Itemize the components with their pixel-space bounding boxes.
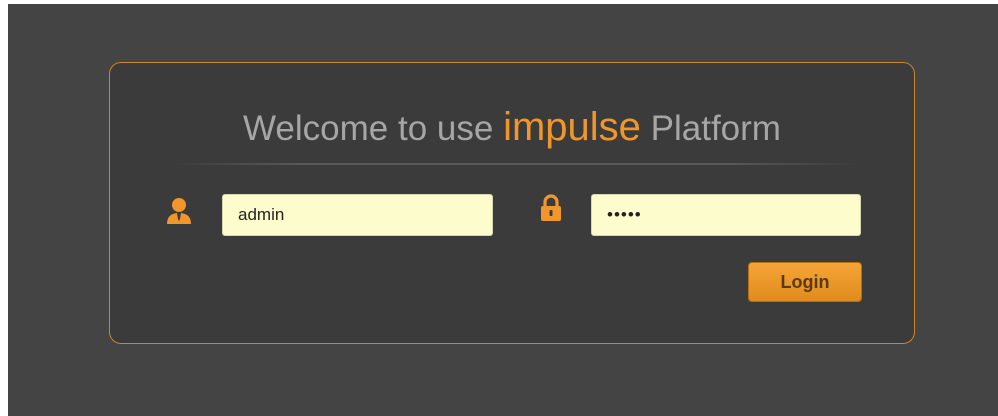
- welcome-title: Welcome to use impulse Platform: [110, 105, 914, 150]
- username-field[interactable]: [222, 194, 493, 236]
- brand-name: impulse: [503, 105, 641, 149]
- title-prefix: Welcome to use: [243, 109, 504, 148]
- login-button[interactable]: Login: [748, 262, 862, 302]
- title-suffix: Platform: [640, 109, 781, 148]
- login-screen: Welcome to use impulse Platform Login: [8, 4, 998, 416]
- lock-icon: [541, 194, 561, 221]
- password-field[interactable]: [591, 194, 861, 236]
- login-panel: Welcome to use impulse Platform Login: [109, 62, 915, 344]
- user-icon: [167, 198, 191, 224]
- title-divider: [170, 163, 860, 165]
